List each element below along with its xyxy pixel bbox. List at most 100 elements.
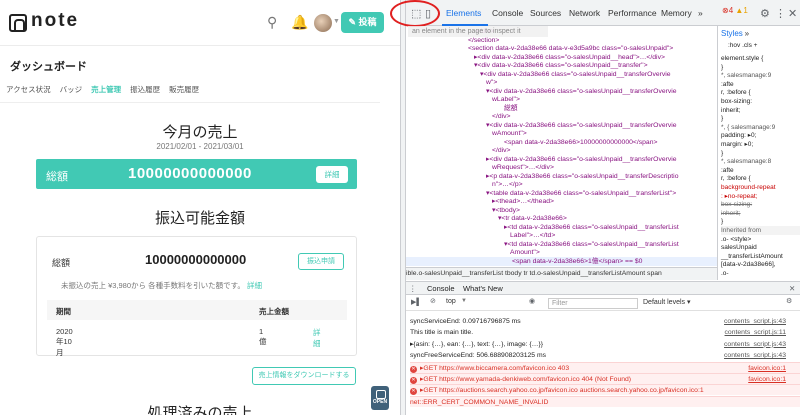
drawer-tab-whats-new[interactable]: What's New bbox=[463, 284, 503, 293]
error-icon: ⊗ bbox=[722, 6, 729, 15]
gear-icon[interactable]: ⚙ bbox=[760, 7, 770, 20]
eye-icon[interactable]: ◉ bbox=[529, 297, 535, 305]
console-message[interactable]: net::ERR_CERT_COMMON_NAME_INVALID bbox=[410, 395, 800, 407]
clear-console-icon[interactable]: ⊘ bbox=[430, 297, 436, 305]
console-filter-input[interactable]: Filter bbox=[548, 298, 638, 309]
console-message-text: ▸GET https://auctions.search.yahoo.co.jp… bbox=[420, 387, 704, 395]
error-icon: ✕ bbox=[410, 377, 417, 384]
style-rule-line: margin: ▸0; bbox=[721, 141, 754, 148]
transferable-note-text: 未振込の売上 ¥3,980から 各種手数料を引いた額です。 bbox=[61, 281, 245, 290]
processed-sales-title: 処理済みの売上 bbox=[147, 405, 253, 415]
console-message[interactable]: syncServiceEnd: 0.09716796875 ms contents… bbox=[410, 316, 800, 327]
row-period: 2020年10月 bbox=[56, 327, 73, 357]
console-drawer-header: ⋮ Console What's New ✕ bbox=[406, 281, 800, 295]
transferable-total-amount: 10000000000000 bbox=[145, 252, 247, 267]
tab-network[interactable]: Network bbox=[569, 8, 600, 18]
drawer-menu-icon[interactable]: ⋮ bbox=[409, 284, 417, 293]
download-sales-button[interactable]: 売上情報をダウンロードする bbox=[252, 367, 356, 385]
styles-pane: Styles » :hov .cls + element.style {} *, … bbox=[717, 26, 800, 280]
transfer-request-button[interactable]: 振込申請 bbox=[298, 253, 344, 270]
error-icon: ✕ bbox=[410, 388, 417, 396]
transferable-note-link[interactable]: 詳細 bbox=[247, 281, 262, 290]
console-source-link[interactable]: favicon.ico:1 bbox=[748, 363, 786, 374]
avatar[interactable] bbox=[314, 14, 332, 32]
console-message-text: ▸{asin: {…}, ean: {…}, text: {…}, image:… bbox=[410, 340, 544, 348]
drawer-tab-console[interactable]: Console bbox=[427, 284, 455, 293]
dom-node-line[interactable]: <span data-v-2da38e66>1億</span> == $0 bbox=[406, 256, 717, 266]
console-message[interactable]: ✕ ▸GET https://www.biccamera.com/favicon.… bbox=[410, 361, 800, 374]
elements-tree[interactable]: </div></section><section data-v-2da38e66… bbox=[406, 26, 717, 267]
tab-sales-history[interactable]: 販売履歴 bbox=[169, 84, 199, 98]
add-rule-icon[interactable]: + bbox=[754, 42, 758, 49]
levels-select[interactable]: Default levels ▾ bbox=[643, 298, 690, 306]
page-title: ダッシュボード bbox=[10, 61, 87, 73]
note-logo-icon[interactable] bbox=[9, 14, 27, 32]
console-source-link[interactable]: contents_script.js:43 bbox=[724, 350, 786, 361]
monthly-sales-title: 今月の売上 bbox=[162, 124, 238, 141]
tab-styles-more[interactable]: » bbox=[745, 29, 749, 38]
console-settings-icon[interactable]: ⚙ bbox=[786, 297, 792, 305]
tab-elements[interactable]: Elements bbox=[446, 8, 481, 18]
console-message-text: This title is main title. bbox=[410, 329, 474, 337]
sidebar-toggle-icon[interactable]: ▶▌ bbox=[411, 298, 421, 306]
monthly-detail-button[interactable]: 詳細 bbox=[316, 166, 348, 183]
bell-icon[interactable]: 🔔 bbox=[291, 14, 308, 31]
tab-console[interactable]: Console bbox=[492, 8, 523, 18]
transferable-note: 未振込の売上 ¥3,980から 各種手数料を引いた額です。 詳細 bbox=[61, 280, 262, 291]
console-source-link[interactable]: contents_script.js:11 bbox=[725, 327, 786, 338]
warning-count: 1 bbox=[743, 6, 748, 15]
inspect-tooltip: an element in the page to inspect it bbox=[408, 26, 548, 37]
tab-divider bbox=[0, 102, 380, 103]
tab-sales[interactable]: 売上管理 bbox=[91, 84, 121, 98]
console-message-text: syncFreeServiceEnd: 506.688908203125 ms bbox=[410, 352, 547, 360]
console-message-text: ▸GET https://www.biccamera.com/favicon.i… bbox=[420, 364, 570, 372]
console-message[interactable]: ▸{asin: {…}, ean: {…}, text: {…}, image:… bbox=[410, 339, 800, 350]
kebab-menu-icon[interactable]: ⋮ bbox=[775, 7, 786, 20]
cls-toggle[interactable]: .cls bbox=[742, 42, 752, 49]
dom-node-line[interactable]: ▾<div data-v-2da38e66 class="o-salesUnpa… bbox=[480, 70, 671, 80]
console-message[interactable]: This title is main title. contents_script… bbox=[410, 327, 800, 338]
note-logo-text[interactable]: note bbox=[31, 10, 79, 32]
style-rule-line: [data-v-2da38e66], bbox=[721, 261, 776, 269]
console-source-link[interactable]: contents_script.js:43 bbox=[724, 339, 786, 350]
console-message[interactable]: ✕ ▸GET https://auctions.search.yahoo.co.j… bbox=[410, 384, 800, 396]
console-message[interactable]: syncFreeServiceEnd: 506.688908203125 ms c… bbox=[410, 350, 800, 361]
error-count-badge[interactable]: ⊗4 ▲1 bbox=[722, 6, 748, 15]
console-source-link[interactable]: favicon.ico:1 bbox=[748, 374, 786, 385]
header-period: 期間 bbox=[56, 307, 71, 316]
chevron-down-icon[interactable]: ▼ bbox=[333, 18, 340, 25]
console-message[interactable]: ✕ ▸GET https://www.yamada-denkiweb.com/fa… bbox=[410, 373, 800, 384]
console-message-text: syncServiceEnd: 0.09716796875 ms bbox=[410, 318, 521, 325]
post-button-label: 投稿 bbox=[358, 17, 377, 27]
error-count: 4 bbox=[728, 6, 734, 15]
post-button[interactable]: ✎ 投稿 bbox=[341, 12, 384, 33]
monthly-total-amount: 10000000000000 bbox=[128, 165, 252, 182]
tab-memory[interactable]: Memory bbox=[661, 8, 692, 18]
tab-badge[interactable]: バッジ bbox=[60, 84, 83, 98]
tab-styles[interactable]: Styles bbox=[721, 29, 743, 38]
transfer-table-header: 期間 売上金額 bbox=[47, 300, 347, 320]
tab-performance[interactable]: Performance bbox=[608, 8, 657, 18]
monthly-total-label: 総額 bbox=[46, 171, 68, 183]
tab-more[interactable]: » bbox=[698, 8, 703, 18]
console-source-link[interactable]: contents_script.js:43 bbox=[724, 316, 786, 327]
monthly-sales-range: 2021/02/01 - 2021/03/01 bbox=[156, 142, 244, 151]
style-rule-line: inherit; bbox=[721, 106, 741, 114]
context-chevron-icon[interactable]: ▼ bbox=[461, 298, 467, 304]
tab-transfer-history[interactable]: 振込履歴 bbox=[130, 84, 160, 98]
transferable-total-label: 総額 bbox=[52, 258, 71, 268]
error-icon: ✕ bbox=[410, 365, 417, 373]
dashboard-tabs: アクセス状況 バッジ 売上管理 振込履歴 販売履歴 bbox=[6, 84, 199, 98]
dom-node-line[interactable]: <span data-v-2da38e66>10000000000000</sp… bbox=[504, 138, 657, 148]
context-select[interactable]: top bbox=[446, 298, 456, 305]
row-detail-link[interactable]: 詳細 bbox=[313, 327, 321, 349]
row-amount: 1億 bbox=[259, 327, 267, 346]
tab-sources[interactable]: Sources bbox=[530, 8, 561, 18]
close-icon[interactable]: ✕ bbox=[788, 7, 797, 20]
hov-toggle[interactable]: :hov bbox=[728, 42, 740, 49]
breadcrumb[interactable]: ible.o-salesUnpaid__transferList tbody t… bbox=[406, 267, 717, 280]
annotation-circle bbox=[390, 0, 440, 27]
drawer-close-icon[interactable]: ✕ bbox=[789, 284, 795, 293]
search-icon[interactable]: ⚲ bbox=[267, 14, 277, 31]
tab-access[interactable]: アクセス状況 bbox=[6, 84, 51, 98]
